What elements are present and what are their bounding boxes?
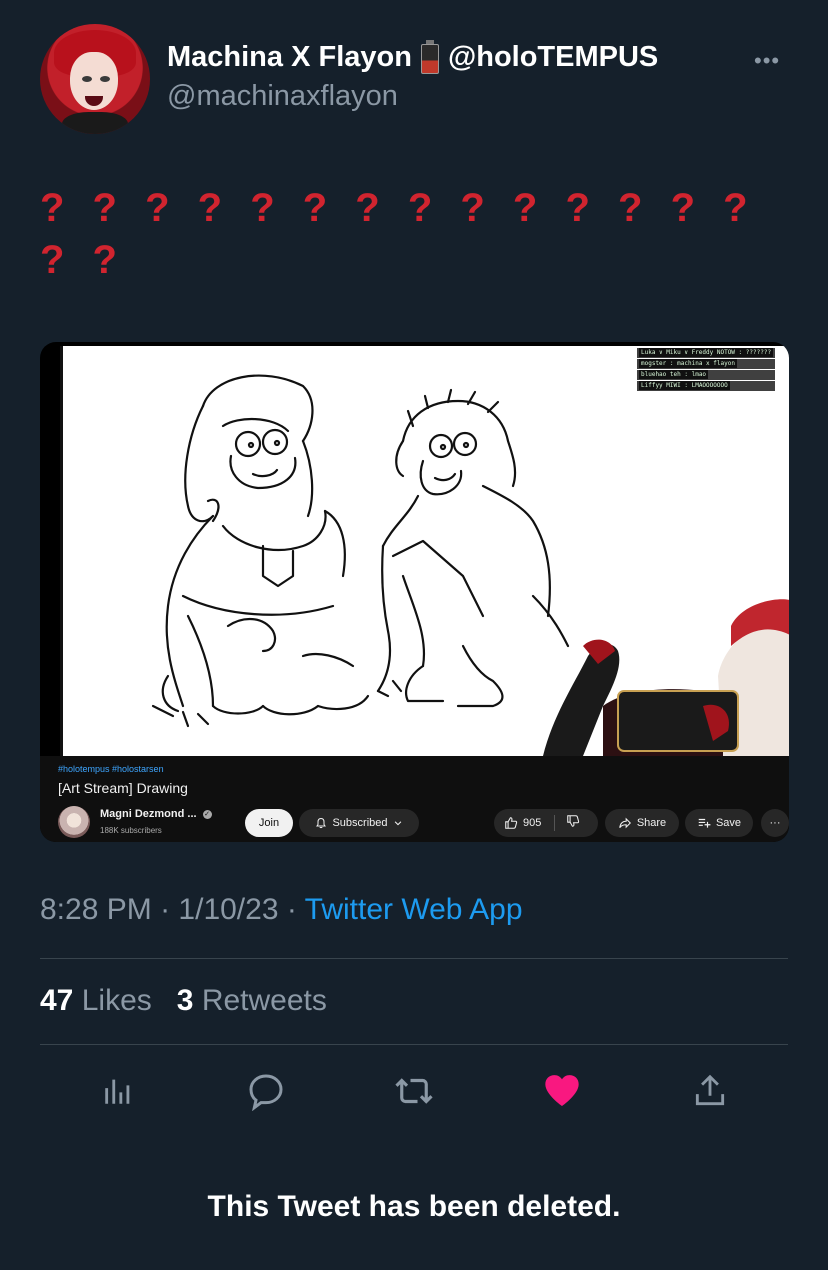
thumbs-up-icon[interactable] bbox=[504, 816, 518, 830]
save-button[interactable]: Save bbox=[685, 809, 753, 837]
like-dislike-button[interactable]: 905 bbox=[494, 809, 598, 837]
user-avatar[interactable] bbox=[40, 24, 150, 134]
thumbs-down-icon[interactable] bbox=[566, 814, 580, 828]
reply-icon[interactable] bbox=[241, 1066, 291, 1116]
video-more-icon[interactable]: ··· bbox=[761, 809, 789, 837]
chevron-down-icon bbox=[394, 821, 401, 826]
channel-avatar[interactable] bbox=[58, 806, 90, 838]
share-icon[interactable] bbox=[685, 1066, 735, 1116]
retweets-stat[interactable]: 3 Retweets bbox=[177, 984, 327, 1017]
likes-stat[interactable]: 47 Likes bbox=[40, 984, 152, 1017]
retweet-icon[interactable] bbox=[389, 1066, 439, 1116]
chat-line: Liffyy MIWI : LMAOOOOOOO bbox=[639, 381, 730, 390]
like-icon[interactable] bbox=[537, 1066, 587, 1116]
likes-count: 47 bbox=[40, 984, 74, 1017]
deleted-notice: This Tweet has been deleted. bbox=[207, 1190, 621, 1223]
tweet-time[interactable]: 8:28 PM bbox=[40, 893, 152, 926]
retweets-count: 3 bbox=[176, 984, 194, 1017]
affiliation[interactable]: @holoTEMPUS bbox=[448, 41, 658, 74]
join-button[interactable]: Join bbox=[245, 809, 293, 837]
divider bbox=[40, 958, 788, 959]
bell-icon bbox=[316, 817, 327, 829]
battery-icon bbox=[420, 40, 440, 74]
stream-chat-overlay: Luka ∨ Miku ∨ Freddy NOTOW : ??????? mog… bbox=[637, 348, 776, 392]
channel-name[interactable]: Magni Dezmond ... ✓ bbox=[100, 808, 212, 820]
drawing-canvas: Luka ∨ Miku ∨ Freddy NOTOW : ??????? mog… bbox=[60, 346, 789, 756]
meta-separator: · bbox=[160, 893, 171, 926]
tweet-header: Machina X Flayon @holoTEMPUS @machinaxfl… bbox=[40, 24, 790, 136]
tweet-text-line-2: ? ? bbox=[40, 238, 117, 282]
subscribed-label: Subscribed bbox=[332, 817, 388, 829]
chat-line: mogster : machina x flayon bbox=[639, 359, 737, 368]
source-app-link[interactable]: Twitter Web App bbox=[305, 893, 523, 926]
tweet-text-line-1: ? ? ? ? ? ? ? ? ? ? ? ? ? ? bbox=[40, 186, 748, 230]
share-button[interactable]: Share bbox=[605, 809, 679, 837]
analytics-icon[interactable] bbox=[93, 1066, 143, 1116]
chat-line: Luka ∨ Miku ∨ Freddy NOTOW : ??????? bbox=[639, 348, 774, 357]
chat-line: bluehao teh : lmao bbox=[639, 370, 709, 379]
share-label: Share bbox=[636, 817, 667, 829]
add-to-playlist-icon bbox=[698, 818, 711, 828]
meta-separator: · bbox=[286, 893, 297, 926]
retweets-label: Retweets bbox=[201, 984, 327, 1017]
tweet-text: ? ? ? ? ? ? ? ? ? ? ? ? ? ? ? ? bbox=[40, 182, 780, 286]
tweet-actions bbox=[40, 1066, 788, 1116]
video-title[interactable]: [Art Stream] Drawing bbox=[58, 780, 188, 796]
verified-icon: ✓ bbox=[202, 809, 212, 819]
youtube-info-bar: #holotempus #holostarsen [Art Stream] Dr… bbox=[40, 756, 789, 842]
user-name-line[interactable]: Machina X Flayon @holoTEMPUS bbox=[167, 40, 658, 74]
tweet-stats: 47 Likes 3 Retweets bbox=[40, 984, 327, 1018]
divider bbox=[40, 1044, 788, 1045]
subscribed-button[interactable]: Subscribed bbox=[299, 809, 419, 837]
more-options-icon[interactable]: ••• bbox=[754, 48, 780, 74]
like-count: 905 bbox=[523, 817, 542, 829]
video-tags[interactable]: #holotempus #holostarsen bbox=[58, 764, 164, 774]
share-arrow-icon bbox=[619, 817, 631, 829]
likes-label: Likes bbox=[81, 984, 152, 1017]
tweet-date[interactable]: 1/10/23 bbox=[178, 893, 278, 926]
subscriber-count: 188K subscribers bbox=[100, 826, 162, 835]
display-name[interactable]: Machina X Flayon bbox=[167, 41, 412, 74]
channel-name-text[interactable]: Magni Dezmond ... bbox=[100, 808, 197, 820]
user-handle[interactable]: @machinaxflayon bbox=[167, 80, 398, 113]
video-embed[interactable]: Luka ∨ Miku ∨ Freddy NOTOW : ??????? mog… bbox=[40, 342, 789, 842]
sketch-drawing bbox=[151, 374, 789, 756]
tweet-meta: 8:28 PM · 1/10/23 · Twitter Web App bbox=[40, 893, 523, 927]
save-label: Save bbox=[715, 817, 742, 829]
